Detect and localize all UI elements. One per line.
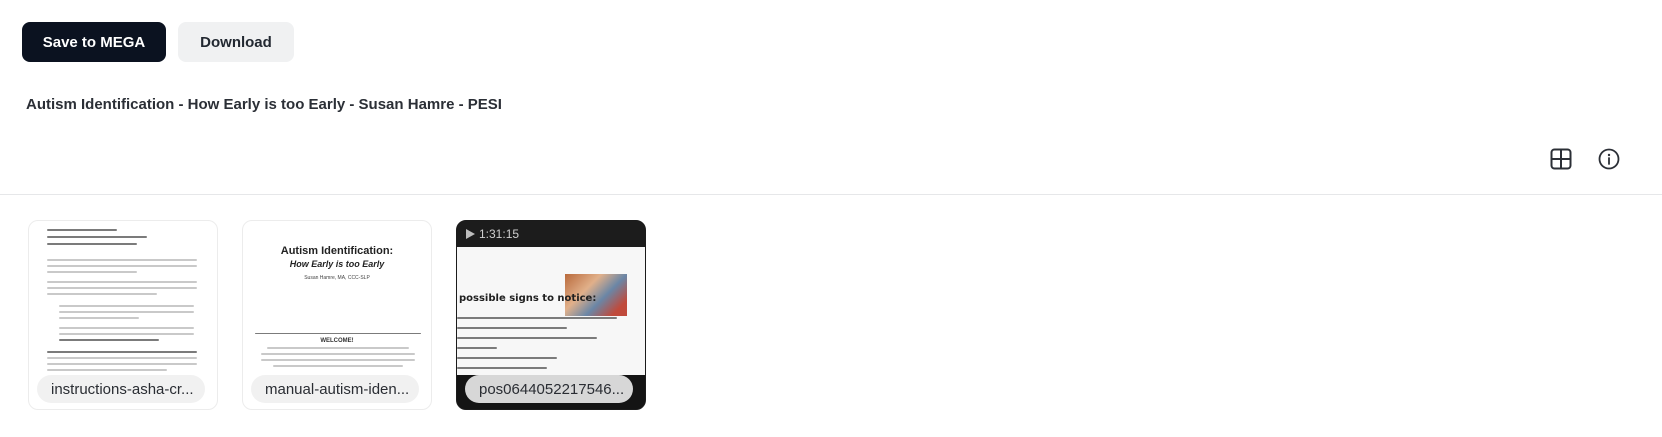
grid-view-icon[interactable] — [1548, 146, 1574, 172]
file-card[interactable]: Autism Identification: How Early is too … — [242, 220, 432, 410]
file-card[interactable]: instructions-asha-cr... — [28, 220, 218, 410]
folder-title: Autism Identification - How Early is too… — [26, 96, 502, 113]
file-name: manual-autism-iden... — [251, 375, 419, 403]
slide-heading: possible signs to notice: — [459, 293, 597, 304]
top-actions: Save to MEGA Download — [22, 22, 294, 62]
info-icon[interactable] — [1596, 146, 1622, 172]
file-grid: instructions-asha-cr... Autism Identific… — [28, 220, 646, 410]
duration-text: 1:31:15 — [479, 227, 520, 241]
video-slide: possible signs to notice: — [457, 247, 645, 375]
file-name: pos0644052217546... — [465, 375, 633, 403]
preview-author: Susan Hamre, MA, CCC-SLP — [304, 275, 370, 281]
save-to-mega-button[interactable]: Save to MEGA — [22, 22, 166, 62]
video-duration: 1:31:15 — [465, 227, 519, 241]
preview-title: Autism Identification: — [280, 245, 394, 257]
file-name: instructions-asha-cr... — [37, 375, 205, 403]
preview-welcome: WELCOME! — [320, 338, 354, 344]
file-card[interactable]: 1:31:15 possible signs to notice: pos064… — [456, 220, 646, 410]
download-button[interactable]: Download — [178, 22, 294, 62]
divider — [0, 194, 1662, 195]
preview-subtitle: How Early is too Early — [289, 259, 385, 269]
view-controls — [1548, 146, 1622, 172]
play-icon — [466, 229, 475, 239]
